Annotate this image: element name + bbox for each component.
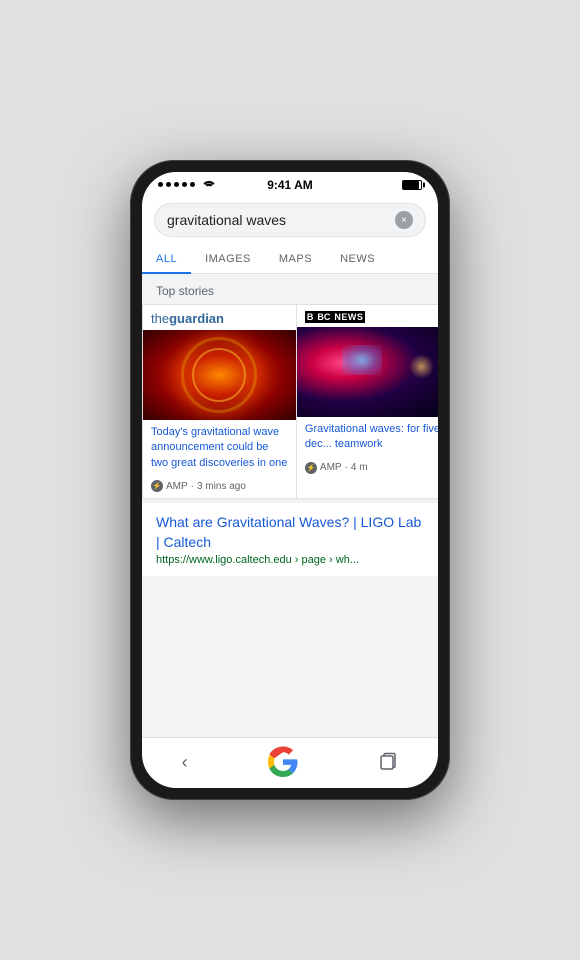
google-g-logo[interactable] — [267, 746, 299, 778]
screen: 9:41 AM gravitational waves × ALL IMAGES — [142, 172, 438, 788]
signal-dot-3 — [174, 182, 179, 187]
gravitational-wave-image — [143, 330, 296, 420]
bbc-news-label: NEWS — [332, 311, 365, 323]
wifi-icon — [202, 178, 216, 191]
guardian-story-meta: ⚡ AMP · 3 mins ago — [143, 476, 296, 498]
signal-area — [158, 178, 216, 191]
search-query: gravitational waves — [167, 212, 395, 228]
signal-dot-2 — [166, 182, 171, 187]
top-stories-label: Top stories — [142, 274, 438, 304]
tabs-button[interactable] — [378, 751, 398, 774]
bbc-logo: B BC NEWS — [305, 311, 366, 323]
tab-news[interactable]: NEWS — [326, 245, 389, 273]
story-card-bbc[interactable]: B BC NEWS Gravitational waves: for five … — [296, 304, 438, 499]
bbc-amp-label: AMP — [320, 462, 342, 473]
phone-inner: 9:41 AM gravitational waves × ALL IMAGES — [142, 172, 438, 788]
bbc-box-b: B — [305, 311, 316, 323]
guardian-source: theguardian — [143, 305, 296, 330]
bbc-story-meta: ⚡ AMP · 4 m — [297, 458, 438, 480]
main-content: Top stories theguardian Today's g — [142, 274, 438, 737]
clear-search-button[interactable]: × — [395, 211, 413, 229]
bbc-separator: · — [345, 462, 348, 473]
result-url: https://www.ligo.caltech.edu › page › wh… — [156, 554, 424, 566]
tab-maps[interactable]: MAPS — [265, 245, 326, 273]
battery-fill — [403, 181, 419, 189]
tab-images[interactable]: IMAGES — [191, 245, 265, 273]
guardian-amp-label: AMP — [166, 481, 188, 492]
guardian-logo: theguardian — [151, 311, 224, 326]
back-button[interactable]: ‹ — [182, 752, 188, 773]
search-tabs: ALL IMAGES MAPS NEWS — [142, 245, 438, 274]
bbc-time: 4 m — [351, 462, 368, 473]
guardian-time: 3 mins ago — [197, 481, 246, 492]
guardian-story-title: Today's gravitational wave announcement … — [143, 420, 296, 476]
status-time: 9:41 AM — [267, 178, 313, 192]
bbc-story-title: Gravitational waves: for five dec... tea… — [297, 417, 438, 458]
result-title: What are Gravitational Waves? | LIGO Lab… — [156, 513, 424, 552]
bottom-nav: ‹ — [142, 737, 438, 788]
story-card-guardian[interactable]: theguardian Today's gravitational wave a… — [142, 304, 296, 499]
stories-row: theguardian Today's gravitational wave a… — [142, 304, 438, 499]
search-bar-container: gravitational waves × — [142, 195, 438, 245]
space-nebula-image — [297, 327, 438, 417]
battery-icon — [402, 180, 422, 190]
bbc-box-bc: BC — [315, 311, 332, 323]
guardian-separator: · — [191, 481, 194, 492]
battery-area — [402, 180, 422, 190]
amp-icon-bbc: ⚡ — [305, 462, 317, 474]
signal-dot-5 — [190, 182, 195, 187]
search-bar[interactable]: gravitational waves × — [154, 203, 426, 237]
amp-icon-guardian: ⚡ — [151, 480, 163, 492]
signal-dot-4 — [182, 182, 187, 187]
status-bar: 9:41 AM — [142, 172, 438, 195]
phone-shell: 9:41 AM gravitational waves × ALL IMAGES — [130, 160, 450, 800]
guardian-story-image — [143, 330, 296, 420]
search-result-ligo[interactable]: What are Gravitational Waves? | LIGO Lab… — [142, 503, 438, 576]
bbc-story-image — [297, 327, 438, 417]
signal-dot-1 — [158, 182, 163, 187]
bbc-source: B BC NEWS — [297, 305, 438, 327]
tab-all[interactable]: ALL — [142, 245, 191, 273]
